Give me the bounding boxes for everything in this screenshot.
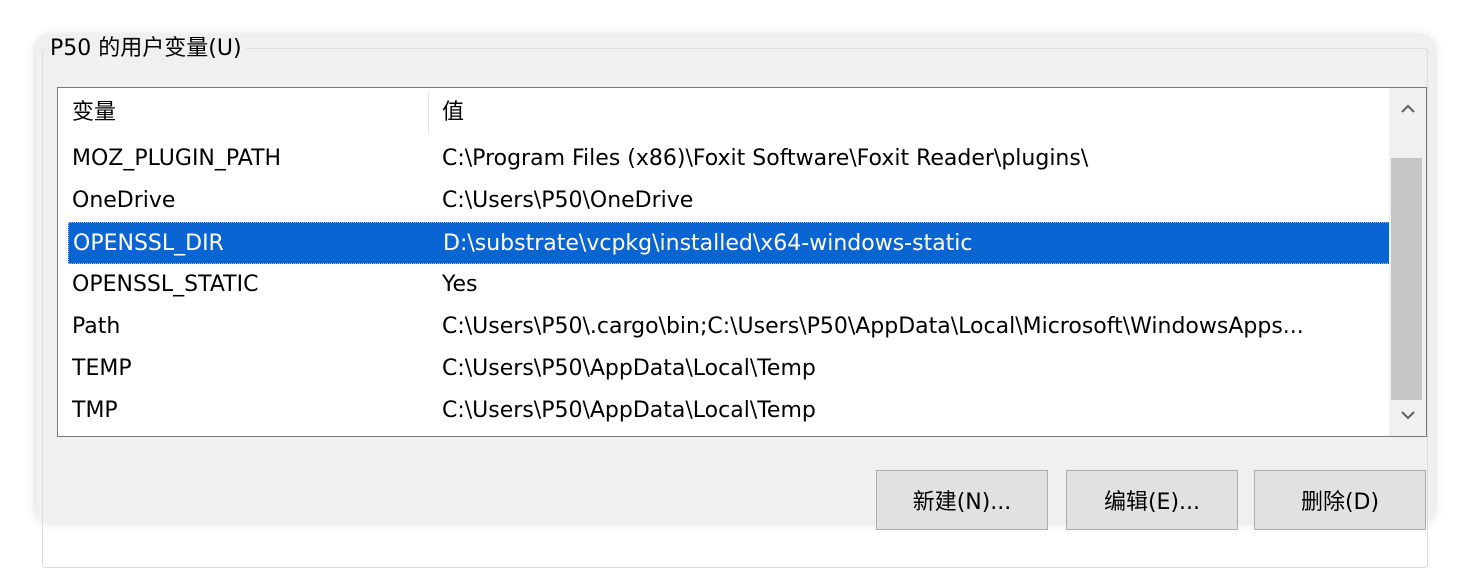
variable-name: TEMP <box>72 356 132 381</box>
vertical-scrollbar[interactable] <box>1389 88 1426 436</box>
column-header-variable[interactable]: 变量 <box>72 88 116 138</box>
scroll-down-button[interactable] <box>1389 394 1426 436</box>
variable-name: Path <box>72 314 121 339</box>
variable-value: C:\Program Files (x86)\Foxit Software\Fo… <box>442 146 1089 171</box>
chevron-up-icon <box>1400 104 1415 113</box>
group-label: P50 的用户变量(U) <box>46 34 246 64</box>
table-row[interactable]: TEMP C:\Users\P50\AppData\Local\Temp <box>68 348 1390 390</box>
variable-value: C:\Users\P50\.cargo\bin;C:\Users\P50\App… <box>442 314 1304 339</box>
variable-name: OPENSSL_STATIC <box>72 272 259 297</box>
list-rows: MOZ_PLUGIN_PATH C:\Program Files (x86)\F… <box>68 138 1390 432</box>
table-row[interactable]: MOZ_PLUGIN_PATH C:\Program Files (x86)\F… <box>68 138 1390 180</box>
variable-name: TMP <box>72 398 118 423</box>
variable-value: C:\Users\P50\AppData\Local\Temp <box>442 398 816 423</box>
scroll-thumb[interactable] <box>1391 158 1422 400</box>
edit-button[interactable]: 编辑(E)... <box>1066 470 1238 530</box>
table-row[interactable]: Path C:\Users\P50\.cargo\bin;C:\Users\P5… <box>68 306 1390 348</box>
variable-name: OPENSSL_DIR <box>73 231 224 256</box>
chevron-down-icon <box>1400 411 1415 420</box>
variable-value: Yes <box>442 272 478 297</box>
user-variables-list[interactable]: 变量 值 MOZ_PLUGIN_PATH C:\Program Files (x… <box>57 87 1427 437</box>
variable-name: MOZ_PLUGIN_PATH <box>72 146 282 171</box>
variable-name: OneDrive <box>72 188 176 213</box>
list-header: 变量 值 <box>58 88 1389 138</box>
variable-value: C:\Users\P50\AppData\Local\Temp <box>442 356 816 381</box>
scroll-up-button[interactable] <box>1389 88 1426 130</box>
variable-value: D:\substrate\vcpkg\installed\x64-windows… <box>443 231 973 256</box>
new-button[interactable]: 新建(N)... <box>876 470 1048 530</box>
table-row[interactable]: OPENSSL_STATIC Yes <box>68 264 1390 306</box>
column-header-value[interactable]: 值 <box>442 88 464 138</box>
table-row[interactable]: TMP C:\Users\P50\AppData\Local\Temp <box>68 390 1390 432</box>
table-row[interactable]: OneDrive C:\Users\P50\OneDrive <box>68 180 1390 222</box>
variable-value: C:\Users\P50\OneDrive <box>442 188 694 213</box>
table-row-selected[interactable]: OPENSSL_DIR D:\substrate\vcpkg\installed… <box>68 222 1390 264</box>
delete-button[interactable]: 删除(D) <box>1254 470 1426 530</box>
column-divider[interactable] <box>428 92 429 134</box>
